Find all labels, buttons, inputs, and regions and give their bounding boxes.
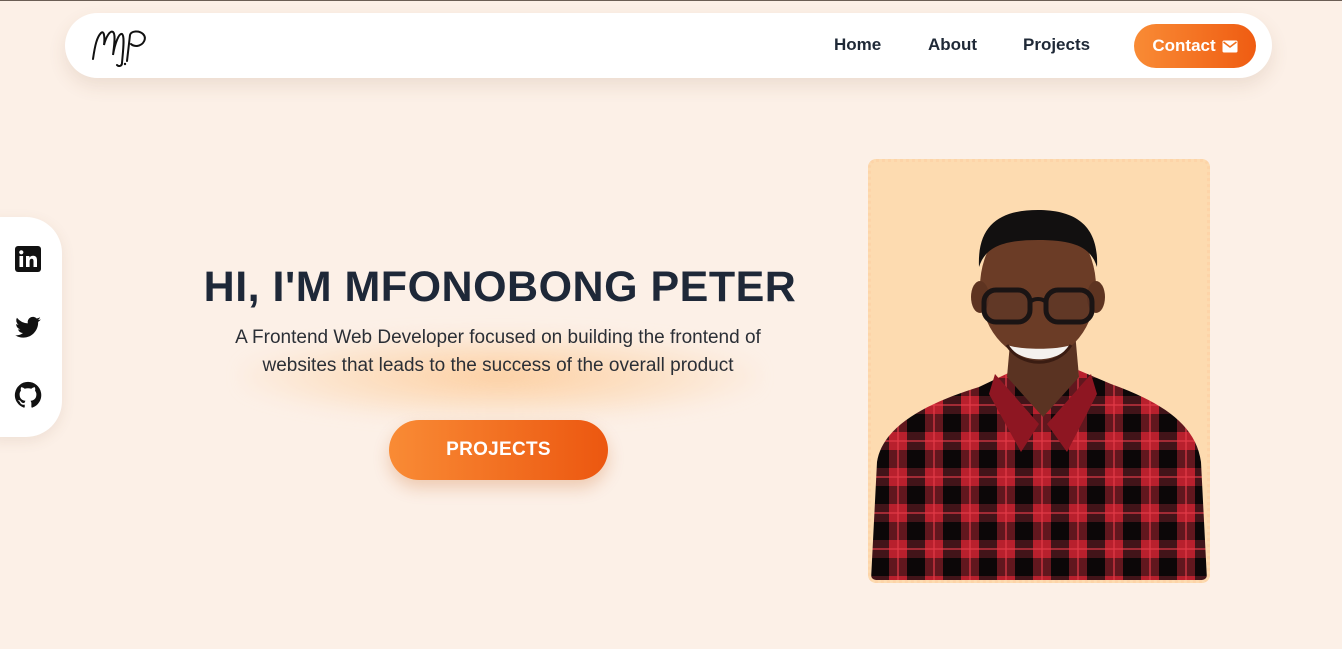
navbar: Home About Projects Contact <box>65 13 1272 78</box>
contact-button-label: Contact <box>1152 36 1216 55</box>
social-sidebar <box>0 217 62 437</box>
github-icon[interactable] <box>14 381 42 409</box>
logo-monogram-icon <box>92 30 146 67</box>
envelope-icon <box>1222 40 1238 52</box>
hero-subtitle-line-2: websites that leads to the success of th… <box>262 355 734 376</box>
projects-button[interactable]: PROJECTS <box>389 420 608 480</box>
nav-link-projects[interactable]: Projects <box>1023 35 1090 55</box>
profile-photo <box>868 159 1210 583</box>
profile-photo-illustration <box>871 210 1207 580</box>
hero-title: HI, I'M MFONOBONG PETER <box>203 263 797 311</box>
linkedin-icon[interactable] <box>14 245 42 273</box>
nav-link-about[interactable]: About <box>928 35 977 55</box>
logo[interactable] <box>89 25 149 67</box>
hero-subtitle: A Frontend Web Developer focused on buil… <box>218 324 778 380</box>
contact-button[interactable]: Contact <box>1134 24 1256 68</box>
twitter-icon[interactable] <box>14 314 42 342</box>
nav-link-home[interactable]: Home <box>834 35 881 55</box>
hero-subtitle-line-1: A Frontend Web Developer focused on buil… <box>235 327 761 348</box>
